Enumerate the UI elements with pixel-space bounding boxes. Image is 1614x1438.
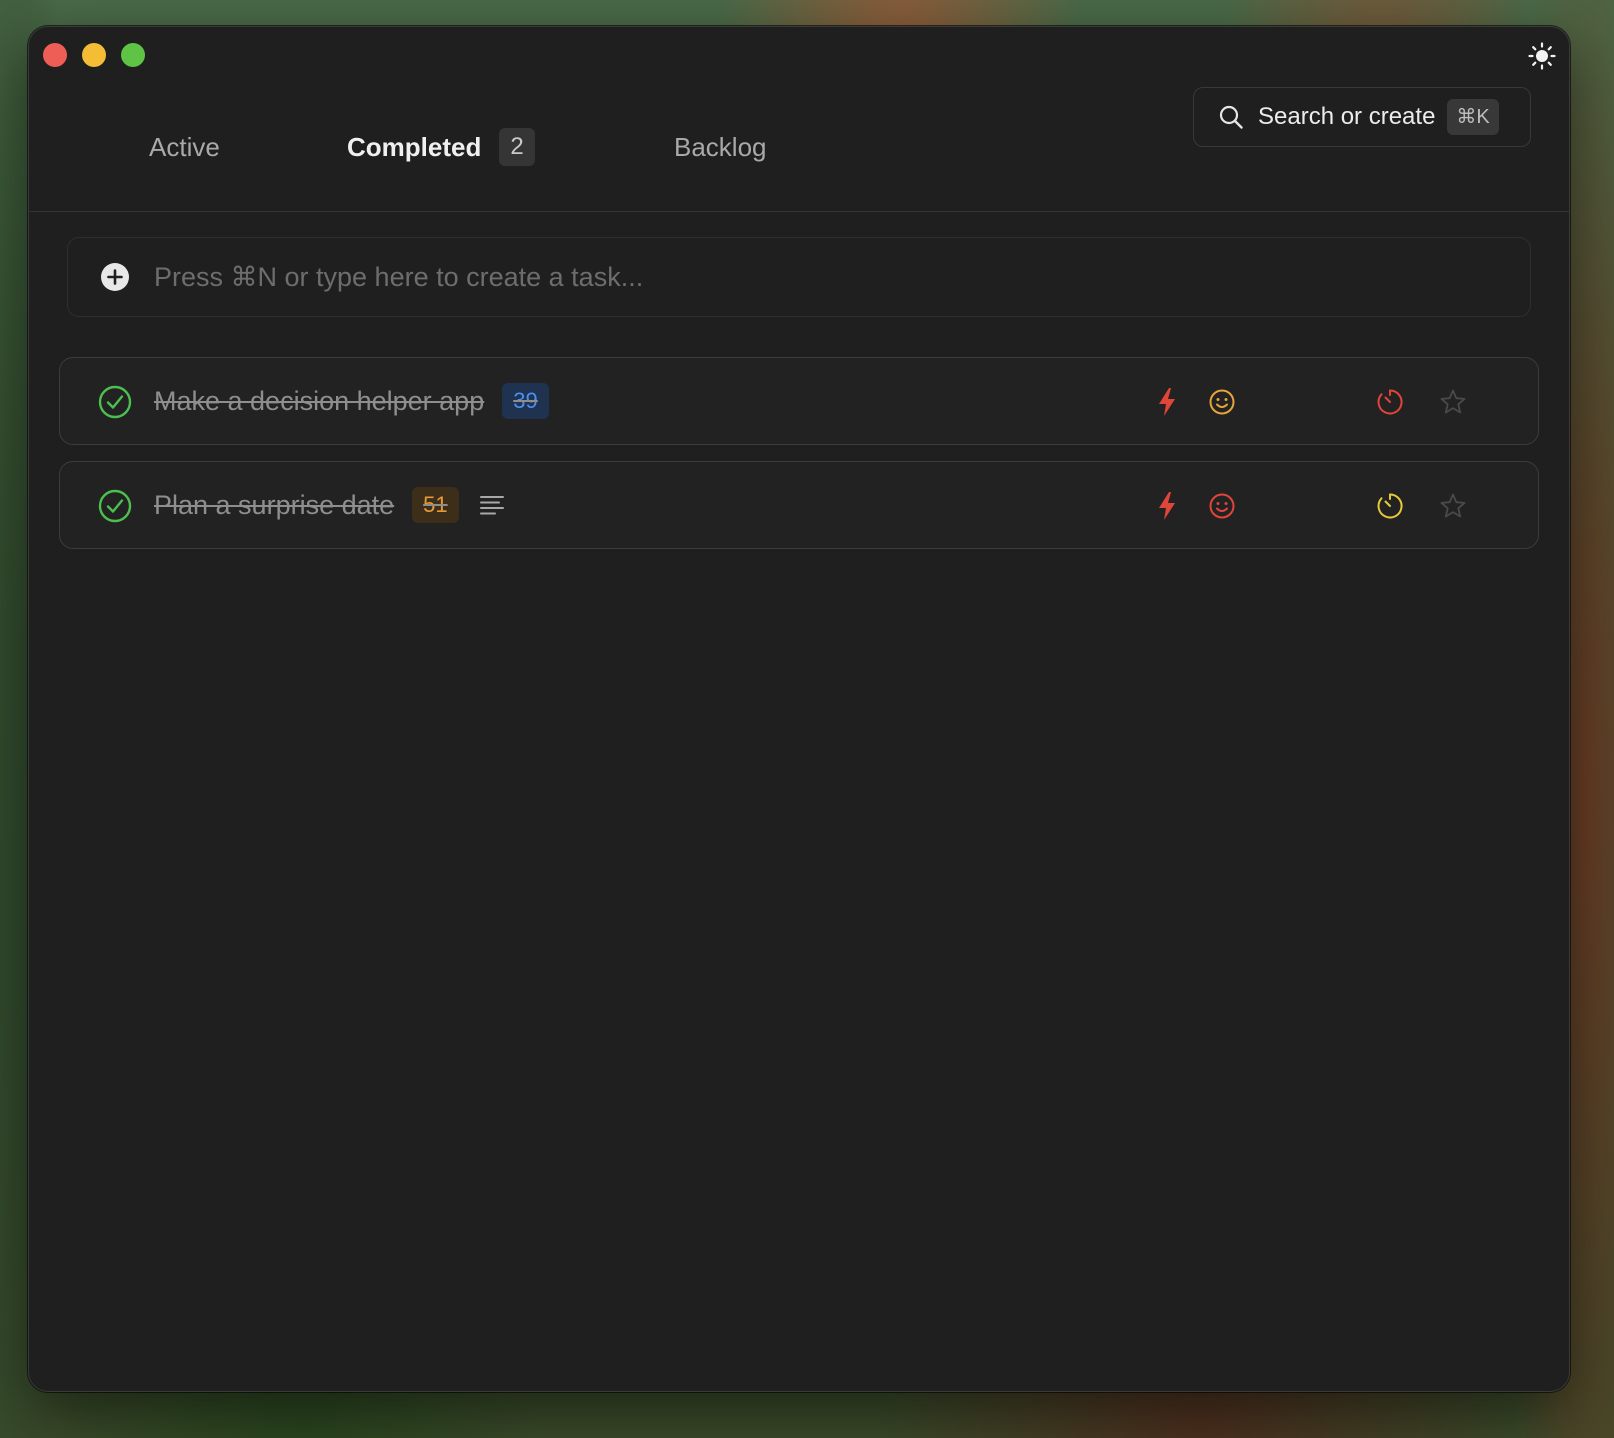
timer-button[interactable]	[1373, 385, 1407, 419]
smiley-icon	[1209, 493, 1235, 519]
tab-label: Backlog	[674, 131, 767, 162]
new-task-input[interactable]	[152, 251, 1530, 303]
star-button[interactable]	[1436, 489, 1470, 523]
star-icon	[1440, 493, 1466, 518]
plus-circle-icon[interactable]	[100, 262, 130, 292]
lightning-icon	[1159, 492, 1175, 520]
task-number-badge: 39	[502, 383, 549, 419]
completed-check-icon[interactable]	[98, 385, 132, 419]
theme-toggle-button[interactable]	[1527, 41, 1557, 71]
window-controls	[43, 43, 145, 67]
task-title[interactable]: Plan a surprise date	[154, 490, 394, 521]
sun-icon	[1528, 42, 1556, 70]
tab-active[interactable]: Active	[149, 127, 220, 167]
star-icon	[1440, 389, 1466, 414]
app-window: Active Completed 2 Backlog Search or cre…	[28, 26, 1570, 1392]
timer-button[interactable]	[1373, 489, 1407, 523]
task-row[interactable]: Plan a surprise date 51	[59, 461, 1539, 549]
tab-backlog[interactable]: Backlog	[674, 127, 767, 167]
search-icon	[1219, 105, 1243, 129]
header-divider	[29, 211, 1569, 212]
lightning-icon	[1159, 388, 1175, 416]
tab-count-badge: 2	[499, 128, 535, 166]
mood-button[interactable]	[1205, 489, 1239, 523]
task-composer	[67, 237, 1531, 317]
close-window-button[interactable]	[43, 43, 67, 67]
task-title-wrap: Plan a surprise date 51	[154, 462, 505, 548]
task-title[interactable]: Make a decision helper app	[154, 386, 484, 417]
energy-button[interactable]	[1150, 385, 1184, 419]
notes-icon	[479, 492, 505, 518]
timer-icon	[1377, 389, 1403, 415]
task-number-badge: 51	[412, 487, 459, 523]
search-label: Search or create	[1258, 103, 1436, 130]
mood-button[interactable]	[1205, 385, 1239, 419]
energy-button[interactable]	[1150, 489, 1184, 523]
tab-label: Active	[149, 131, 220, 162]
completed-check-icon[interactable]	[98, 489, 132, 523]
tab-completed[interactable]: Completed 2	[347, 127, 535, 167]
search-shortcut-hint: ⌘K	[1447, 99, 1499, 135]
search-or-create-button[interactable]: Search or create ⌘K	[1193, 87, 1531, 147]
smiley-icon	[1209, 389, 1235, 415]
star-button[interactable]	[1436, 385, 1470, 419]
tab-label: Completed	[347, 131, 482, 162]
maximize-window-button[interactable]	[121, 43, 145, 67]
timer-icon	[1377, 493, 1403, 519]
task-title-wrap: Make a decision helper app 39	[154, 358, 549, 444]
task-row[interactable]: Make a decision helper app 39	[59, 357, 1539, 445]
minimize-window-button[interactable]	[82, 43, 106, 67]
